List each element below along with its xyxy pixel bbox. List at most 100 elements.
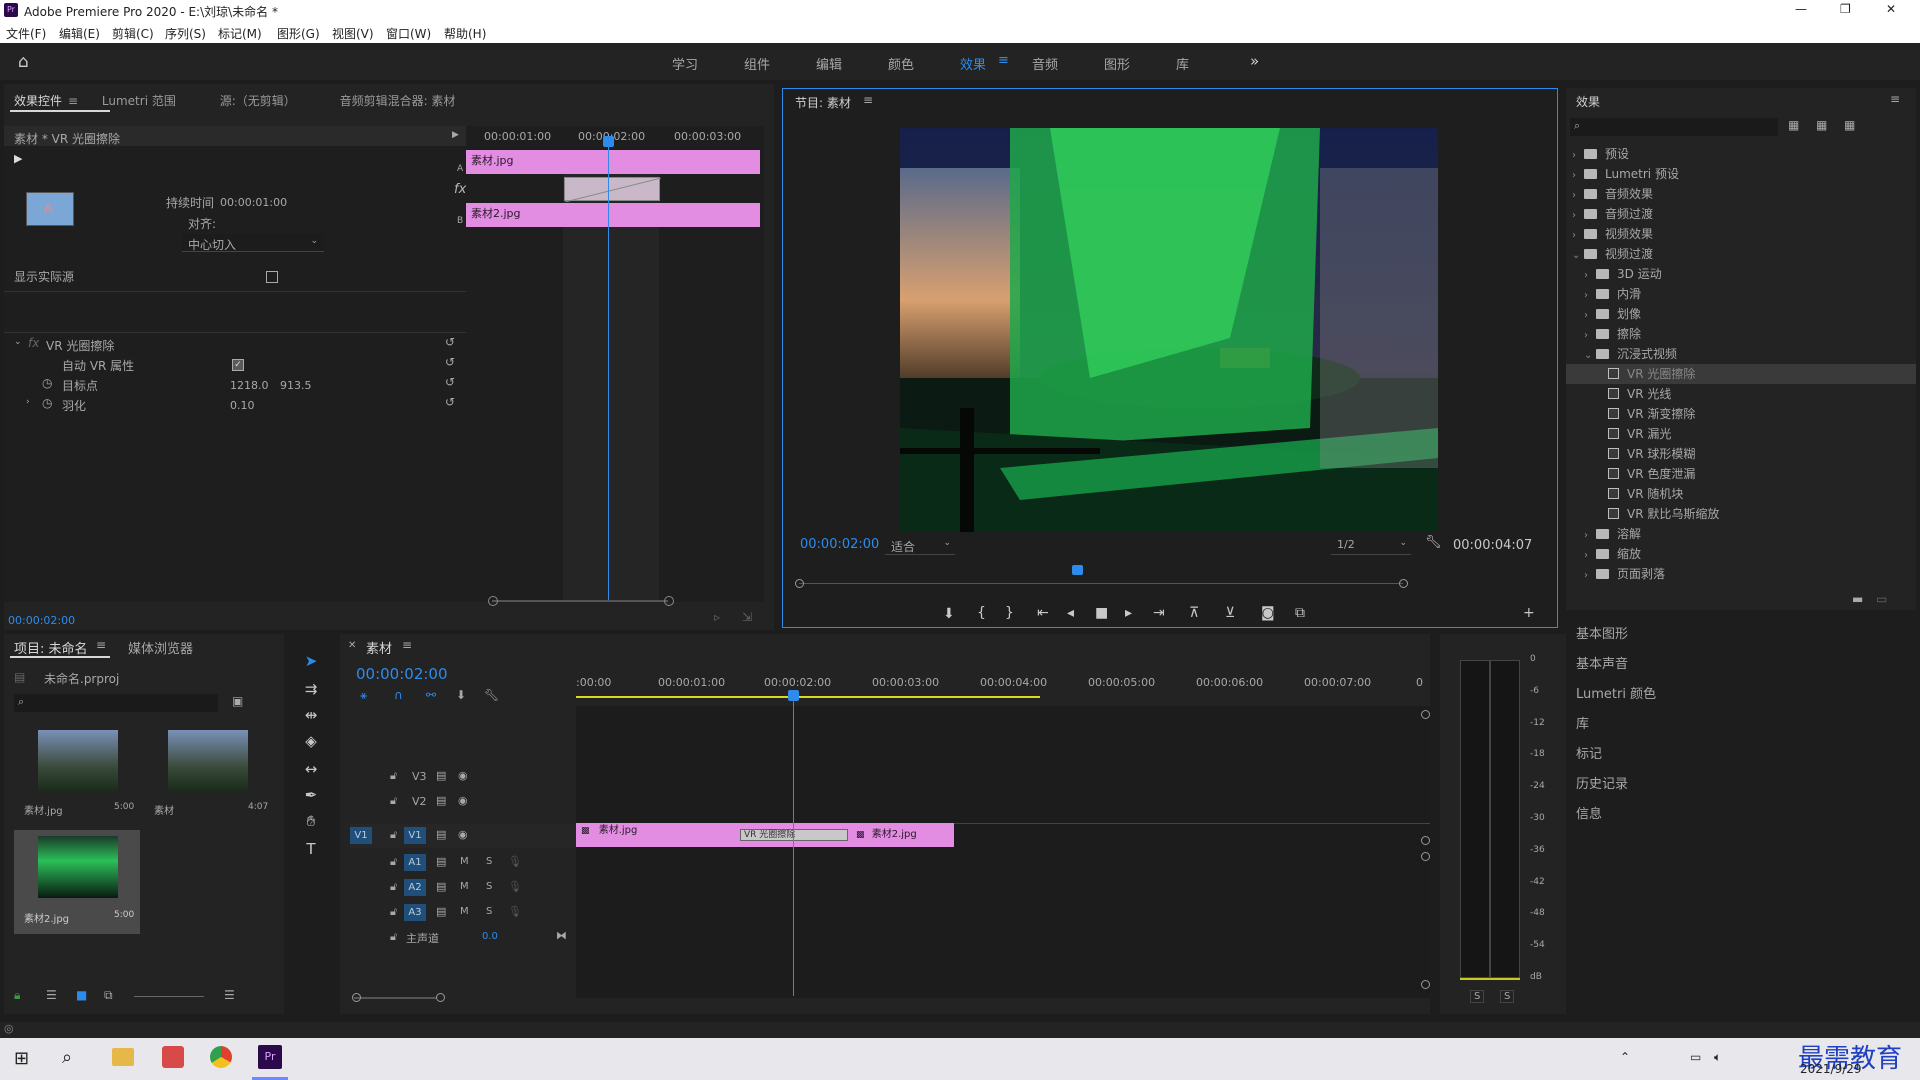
effect-folder[interactable]: › 预设	[1566, 144, 1916, 164]
chevron-right-icon[interactable]: ›	[1572, 166, 1584, 186]
sort-icon[interactable]: ☰	[224, 988, 235, 1002]
filter-icon[interactable]: ▹	[714, 610, 720, 624]
camera-export-frame-icon[interactable]: ◙	[1261, 605, 1275, 621]
timeline-ruler[interactable]: :00:00 00:00:01:00 00:00:02:00 00:00:03:…	[576, 676, 1430, 704]
program-playhead[interactable]	[1071, 565, 1083, 575]
panel-menu-icon[interactable]: ≡	[402, 638, 412, 652]
eye-icon[interactable]: ◉	[458, 794, 468, 807]
tab-source[interactable]: 源:（无剪辑）	[220, 92, 296, 109]
workspace-color[interactable]: 颜色	[888, 54, 914, 73]
auto-vr-checkbox[interactable]: ✓	[232, 359, 244, 371]
timeline-timecode[interactable]: 00:00:02:00	[356, 665, 448, 683]
nest-icon[interactable]: ⚹	[360, 688, 367, 703]
effect-folder[interactable]: ⌄ 视频过渡	[1566, 244, 1916, 264]
sync-lock-icon[interactable]: ▤	[436, 880, 446, 893]
panel-history[interactable]: 历史记录	[1576, 766, 1916, 796]
tray-chevron-icon[interactable]: ⌃	[1620, 1050, 1630, 1064]
track-name[interactable]: A2	[404, 879, 426, 896]
panel-essential-sound[interactable]: 基本声音	[1576, 646, 1916, 676]
go-to-end-icon[interactable]: ⧓	[556, 929, 567, 942]
duration-value[interactable]: 00:00:01:00	[220, 196, 287, 209]
home-icon[interactable]: ⌂	[18, 52, 29, 72]
menu-view[interactable]: 视图(V)	[332, 25, 374, 42]
slip-tool-icon[interactable]: ↔	[300, 760, 322, 782]
stopwatch-icon[interactable]: ◷	[42, 396, 52, 410]
clip-b[interactable]: 素材2.jpg	[466, 203, 760, 227]
solo-button[interactable]: S	[486, 881, 492, 892]
solo-right-button[interactable]: S	[1500, 990, 1515, 1003]
search-icon[interactable]: ⌕	[62, 1047, 72, 1068]
sync-lock-icon[interactable]: ▤	[436, 855, 446, 868]
source-patch-v1[interactable]: V1	[350, 827, 372, 844]
effect-item[interactable]: VR 色度泄漏	[1566, 464, 1916, 484]
vertical-zoom-handle[interactable]	[1421, 836, 1430, 845]
app-icon[interactable]	[162, 1046, 184, 1068]
panel-menu-icon[interactable]: ≡	[68, 94, 78, 108]
tray-network-icon[interactable]: ▭	[1690, 1050, 1701, 1064]
windows-start-icon[interactable]: ⊞	[14, 1048, 29, 1069]
panel-lumetri-color[interactable]: Lumetri 颜色	[1576, 676, 1916, 706]
chevron-right-icon[interactable]: ›	[1572, 146, 1584, 166]
more-workspaces-icon[interactable]: »	[1250, 52, 1259, 70]
icon-view-icon[interactable]: ■	[76, 988, 87, 1002]
effect-folder[interactable]: › 擦除	[1566, 324, 1916, 344]
lock-icon[interactable]: 🔓︎	[390, 930, 397, 944]
panel-menu-icon[interactable]: ≡	[1890, 92, 1900, 106]
project-search-input[interactable]: ⌕	[14, 694, 218, 712]
clip-a[interactable]: 素材.jpg	[466, 150, 760, 174]
program-scrub-bar[interactable]	[795, 565, 1408, 595]
workspace-menu-icon[interactable]: ≡	[998, 53, 1009, 68]
go-to-out-icon[interactable]: ⇥	[1153, 605, 1165, 621]
resolution-dropdown[interactable]: 1/2 ⌄	[1331, 537, 1411, 555]
menu-help[interactable]: 帮助(H)	[444, 25, 486, 42]
accelerated-effects-icon[interactable]: ▦	[1788, 118, 1799, 132]
chevron-right-icon[interactable]: ›	[1584, 566, 1596, 586]
mute-button[interactable]: M	[460, 856, 469, 867]
mic-icon[interactable]: 🎙︎	[508, 855, 522, 868]
effect-folder[interactable]: › 页面剥落	[1566, 564, 1916, 584]
effect-item[interactable]: VR 光线	[1566, 384, 1916, 404]
panel-menu-icon[interactable]: ≡	[96, 638, 106, 652]
menu-edit[interactable]: 编辑(E)	[59, 25, 100, 42]
effect-folder[interactable]: › 音频过渡	[1566, 204, 1916, 224]
alignment-dropdown[interactable]: 中心切入 ⌄	[182, 234, 324, 252]
step-back-icon[interactable]: ◂	[1067, 605, 1074, 621]
mute-button[interactable]: M	[460, 881, 469, 892]
tab-audio-clip-mixer[interactable]: 音频剪辑混合器: 素材	[340, 92, 456, 109]
lift-icon[interactable]: ⊼	[1189, 605, 1199, 621]
list-view-icon[interactable]: ☰	[46, 988, 57, 1002]
effect-item[interactable]: VR 球形模糊	[1566, 444, 1916, 464]
window-close-button[interactable]: ✕	[1886, 2, 1896, 16]
effect-controls-timecode[interactable]: 00:00:02:00	[8, 614, 75, 627]
sync-lock-icon[interactable]: ▤	[436, 905, 446, 918]
panel-markers[interactable]: 标记	[1576, 736, 1916, 766]
scroll-handle-right[interactable]	[664, 596, 674, 606]
effect-item[interactable]: VR 默比乌斯缩放	[1566, 504, 1916, 524]
target-point-y[interactable]: 913.5	[280, 379, 312, 392]
new-bin-icon[interactable]: ▬	[1852, 592, 1863, 606]
effect-folder[interactable]: › 音频效果	[1566, 184, 1916, 204]
menu-window[interactable]: 窗口(W)	[386, 25, 431, 42]
lock-icon[interactable]: 🔓︎	[390, 905, 397, 919]
eye-icon[interactable]: ◉	[458, 828, 468, 841]
sync-lock-icon[interactable]: ▤	[436, 769, 446, 782]
effect-controls-playhead[interactable]	[608, 138, 609, 602]
play-transition-icon[interactable]: ▶	[14, 152, 22, 165]
selection-tool-icon[interactable]: ➤	[300, 652, 322, 674]
premiere-taskbar-icon[interactable]: Pr	[258, 1045, 282, 1069]
project-item[interactable]: 素材 4:07	[144, 728, 270, 828]
yuv-effects-icon[interactable]: ▦	[1844, 118, 1855, 132]
vertical-zoom-handle[interactable]	[1421, 710, 1430, 719]
scroll-handle-left[interactable]	[488, 596, 498, 606]
new-bin-icon[interactable]: ▣	[232, 694, 243, 708]
effect-item[interactable]: VR 随机块	[1566, 484, 1916, 504]
expand-arrow-icon[interactable]: ▶	[452, 130, 459, 140]
workspace-libraries[interactable]: 库	[1176, 54, 1189, 73]
workspace-effects[interactable]: 效果	[960, 54, 986, 73]
solo-left-button[interactable]: S	[1470, 990, 1485, 1003]
chrome-icon[interactable]	[210, 1046, 232, 1068]
add-button-icon[interactable]: +	[1523, 605, 1535, 621]
track-name[interactable]: V1	[404, 827, 426, 844]
program-timecode[interactable]: 00:00:02:00	[800, 537, 879, 552]
menu-file[interactable]: 文件(F)	[6, 25, 46, 42]
